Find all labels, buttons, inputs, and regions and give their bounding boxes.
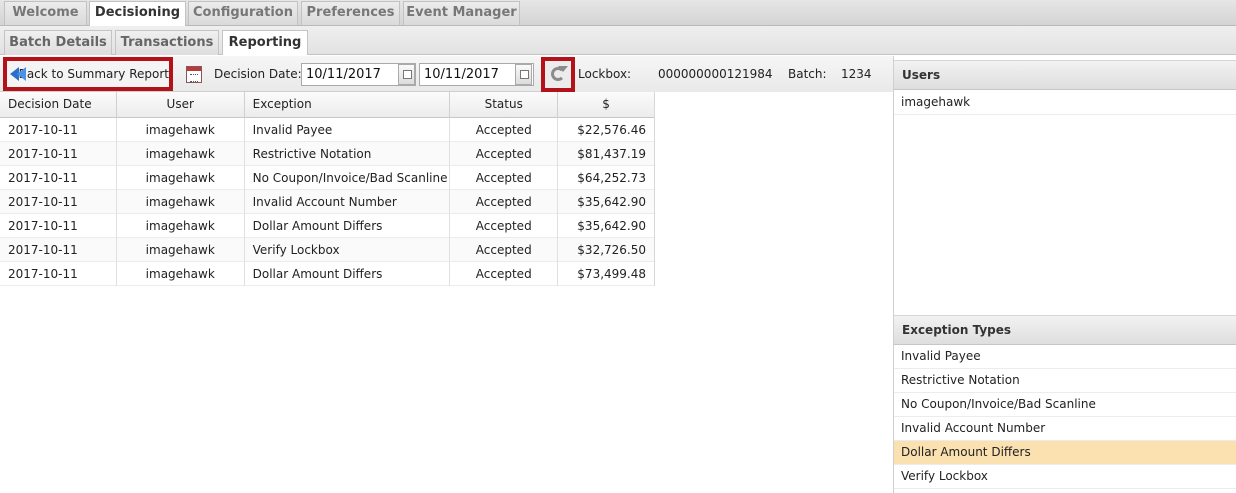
grid-header: Decision Date User Exception Status $ <box>0 92 654 118</box>
cell-exception: No Coupon/Invoice/Bad Scanline <box>245 166 451 190</box>
table-row[interactable]: 2017-10-11 imagehawk Dollar Amount Diffe… <box>0 214 654 238</box>
cell-amount: $73,499.48 <box>577 267 647 281</box>
cell-exception: Invalid Payee <box>245 118 451 142</box>
cell-user: imagehawk <box>117 238 245 262</box>
table-row[interactable]: 2017-10-11 imagehawk Invalid Account Num… <box>0 190 654 214</box>
tab-event-manager[interactable]: Event Manager <box>403 1 520 25</box>
cell-date: 2017-10-11 <box>0 262 117 286</box>
back-button-label: Back to Summary Report <box>18 67 169 81</box>
lockbox-value: 000000000121984 <box>658 67 773 81</box>
exception-item-restrictive-notation[interactable]: Restrictive Notation <box>894 369 1236 393</box>
cell-status: Accepted <box>450 190 559 214</box>
cell-amount: $64,252.73 <box>577 171 647 185</box>
table-row[interactable]: 2017-10-11 imagehawk No Coupon/Invoice/B… <box>0 166 654 190</box>
exception-item-dollar-amount-differs[interactable]: Dollar Amount Differs <box>894 441 1236 465</box>
cell-user: imagehawk <box>117 262 245 286</box>
cell-amount: $35,642.90 <box>577 195 647 209</box>
cell-exception: Dollar Amount Differs <box>245 214 451 238</box>
refresh-icon <box>551 66 568 81</box>
tab-preferences[interactable]: Preferences <box>301 1 400 25</box>
cell-amount: $22,576.46 <box>577 123 647 137</box>
col-amount[interactable]: $ <box>558 92 654 118</box>
cell-status: Accepted <box>450 118 559 142</box>
user-item-imagehawk[interactable]: imagehawk <box>894 91 1236 115</box>
col-user[interactable]: User <box>117 92 245 118</box>
cell-status: Accepted <box>450 238 559 262</box>
cell-status: Accepted <box>450 166 559 190</box>
tab-reporting[interactable]: Reporting <box>222 30 308 55</box>
cell-amount: $35,642.90 <box>577 219 647 233</box>
tab-welcome[interactable]: Welcome <box>4 1 87 25</box>
cell-user: imagehawk <box>117 166 245 190</box>
exception-item-invalid-account[interactable]: Invalid Account Number <box>894 417 1236 441</box>
cell-date: 2017-10-11 <box>0 214 117 238</box>
cell-user: imagehawk <box>117 190 245 214</box>
calendar-icon[interactable] <box>186 66 202 83</box>
cell-date: 2017-10-11 <box>0 190 117 214</box>
cell-exception: Restrictive Notation <box>245 142 451 166</box>
cell-date: 2017-10-11 <box>0 142 117 166</box>
cell-exception: Dollar Amount Differs <box>245 262 451 286</box>
back-to-summary-button[interactable]: Back to Summary Report <box>3 57 173 91</box>
cell-date: 2017-10-11 <box>0 118 117 142</box>
tab-transactions[interactable]: Transactions <box>115 30 219 55</box>
table-row[interactable]: 2017-10-11 imagehawk Invalid Payee Accep… <box>0 118 654 142</box>
table-row[interactable]: 2017-10-11 imagehawk Dollar Amount Diffe… <box>0 262 654 286</box>
table-row[interactable]: 2017-10-11 imagehawk Verify Lockbox Acce… <box>0 238 654 262</box>
users-panel-title: Users <box>894 60 1236 90</box>
col-decision-date[interactable]: Decision Date <box>0 92 117 118</box>
date-to-picker-icon[interactable] <box>515 64 532 85</box>
batch-label: Batch: <box>788 67 827 81</box>
filter-pane: Users imagehawk Exception Types Invalid … <box>893 56 1236 493</box>
cell-amount: $32,726.50 <box>577 243 647 257</box>
main-tab-bar: Welcome Decisioning Configuration Prefer… <box>0 0 1236 27</box>
cell-user: imagehawk <box>117 118 245 142</box>
tab-configuration[interactable]: Configuration <box>188 1 298 25</box>
exception-item-invalid-payee[interactable]: Invalid Payee <box>894 345 1236 369</box>
lockbox-label: Lockbox: <box>578 67 632 81</box>
batch-value: 1234 <box>841 67 872 81</box>
cell-date: 2017-10-11 <box>0 238 117 262</box>
double-arrow-left-icon <box>10 66 25 82</box>
col-exception[interactable]: Exception <box>245 92 451 118</box>
tab-decisioning[interactable]: Decisioning <box>89 1 186 27</box>
cell-exception: Verify Lockbox <box>245 238 451 262</box>
cell-date: 2017-10-11 <box>0 166 117 190</box>
cell-status: Accepted <box>450 214 559 238</box>
col-status[interactable]: Status <box>450 92 559 118</box>
exception-types-title: Exception Types <box>894 315 1236 345</box>
date-from-picker-icon[interactable] <box>398 64 415 85</box>
sub-tab-bar: Batch Details Transactions Reporting <box>0 26 1236 55</box>
tab-batch-details[interactable]: Batch Details <box>4 30 112 55</box>
batch-info: Lockbox: 000000000121984 Batch: 1234 <box>575 56 893 92</box>
cell-status: Accepted <box>450 142 559 166</box>
cell-user: imagehawk <box>117 214 245 238</box>
cell-user: imagehawk <box>117 142 245 166</box>
exception-item-no-coupon[interactable]: No Coupon/Invoice/Bad Scanline <box>894 393 1236 417</box>
cell-status: Accepted <box>450 262 559 286</box>
cell-exception: Invalid Account Number <box>245 190 451 214</box>
cell-amount: $81,437.19 <box>577 147 647 161</box>
decision-date-label: Decision Date: <box>214 67 302 81</box>
refresh-button[interactable] <box>541 57 575 92</box>
table-row[interactable]: 2017-10-11 imagehawk Restrictive Notatio… <box>0 142 654 166</box>
report-grid: Decision Date User Exception Status $ 20… <box>0 92 655 286</box>
exception-item-verify-lockbox[interactable]: Verify Lockbox <box>894 465 1236 489</box>
